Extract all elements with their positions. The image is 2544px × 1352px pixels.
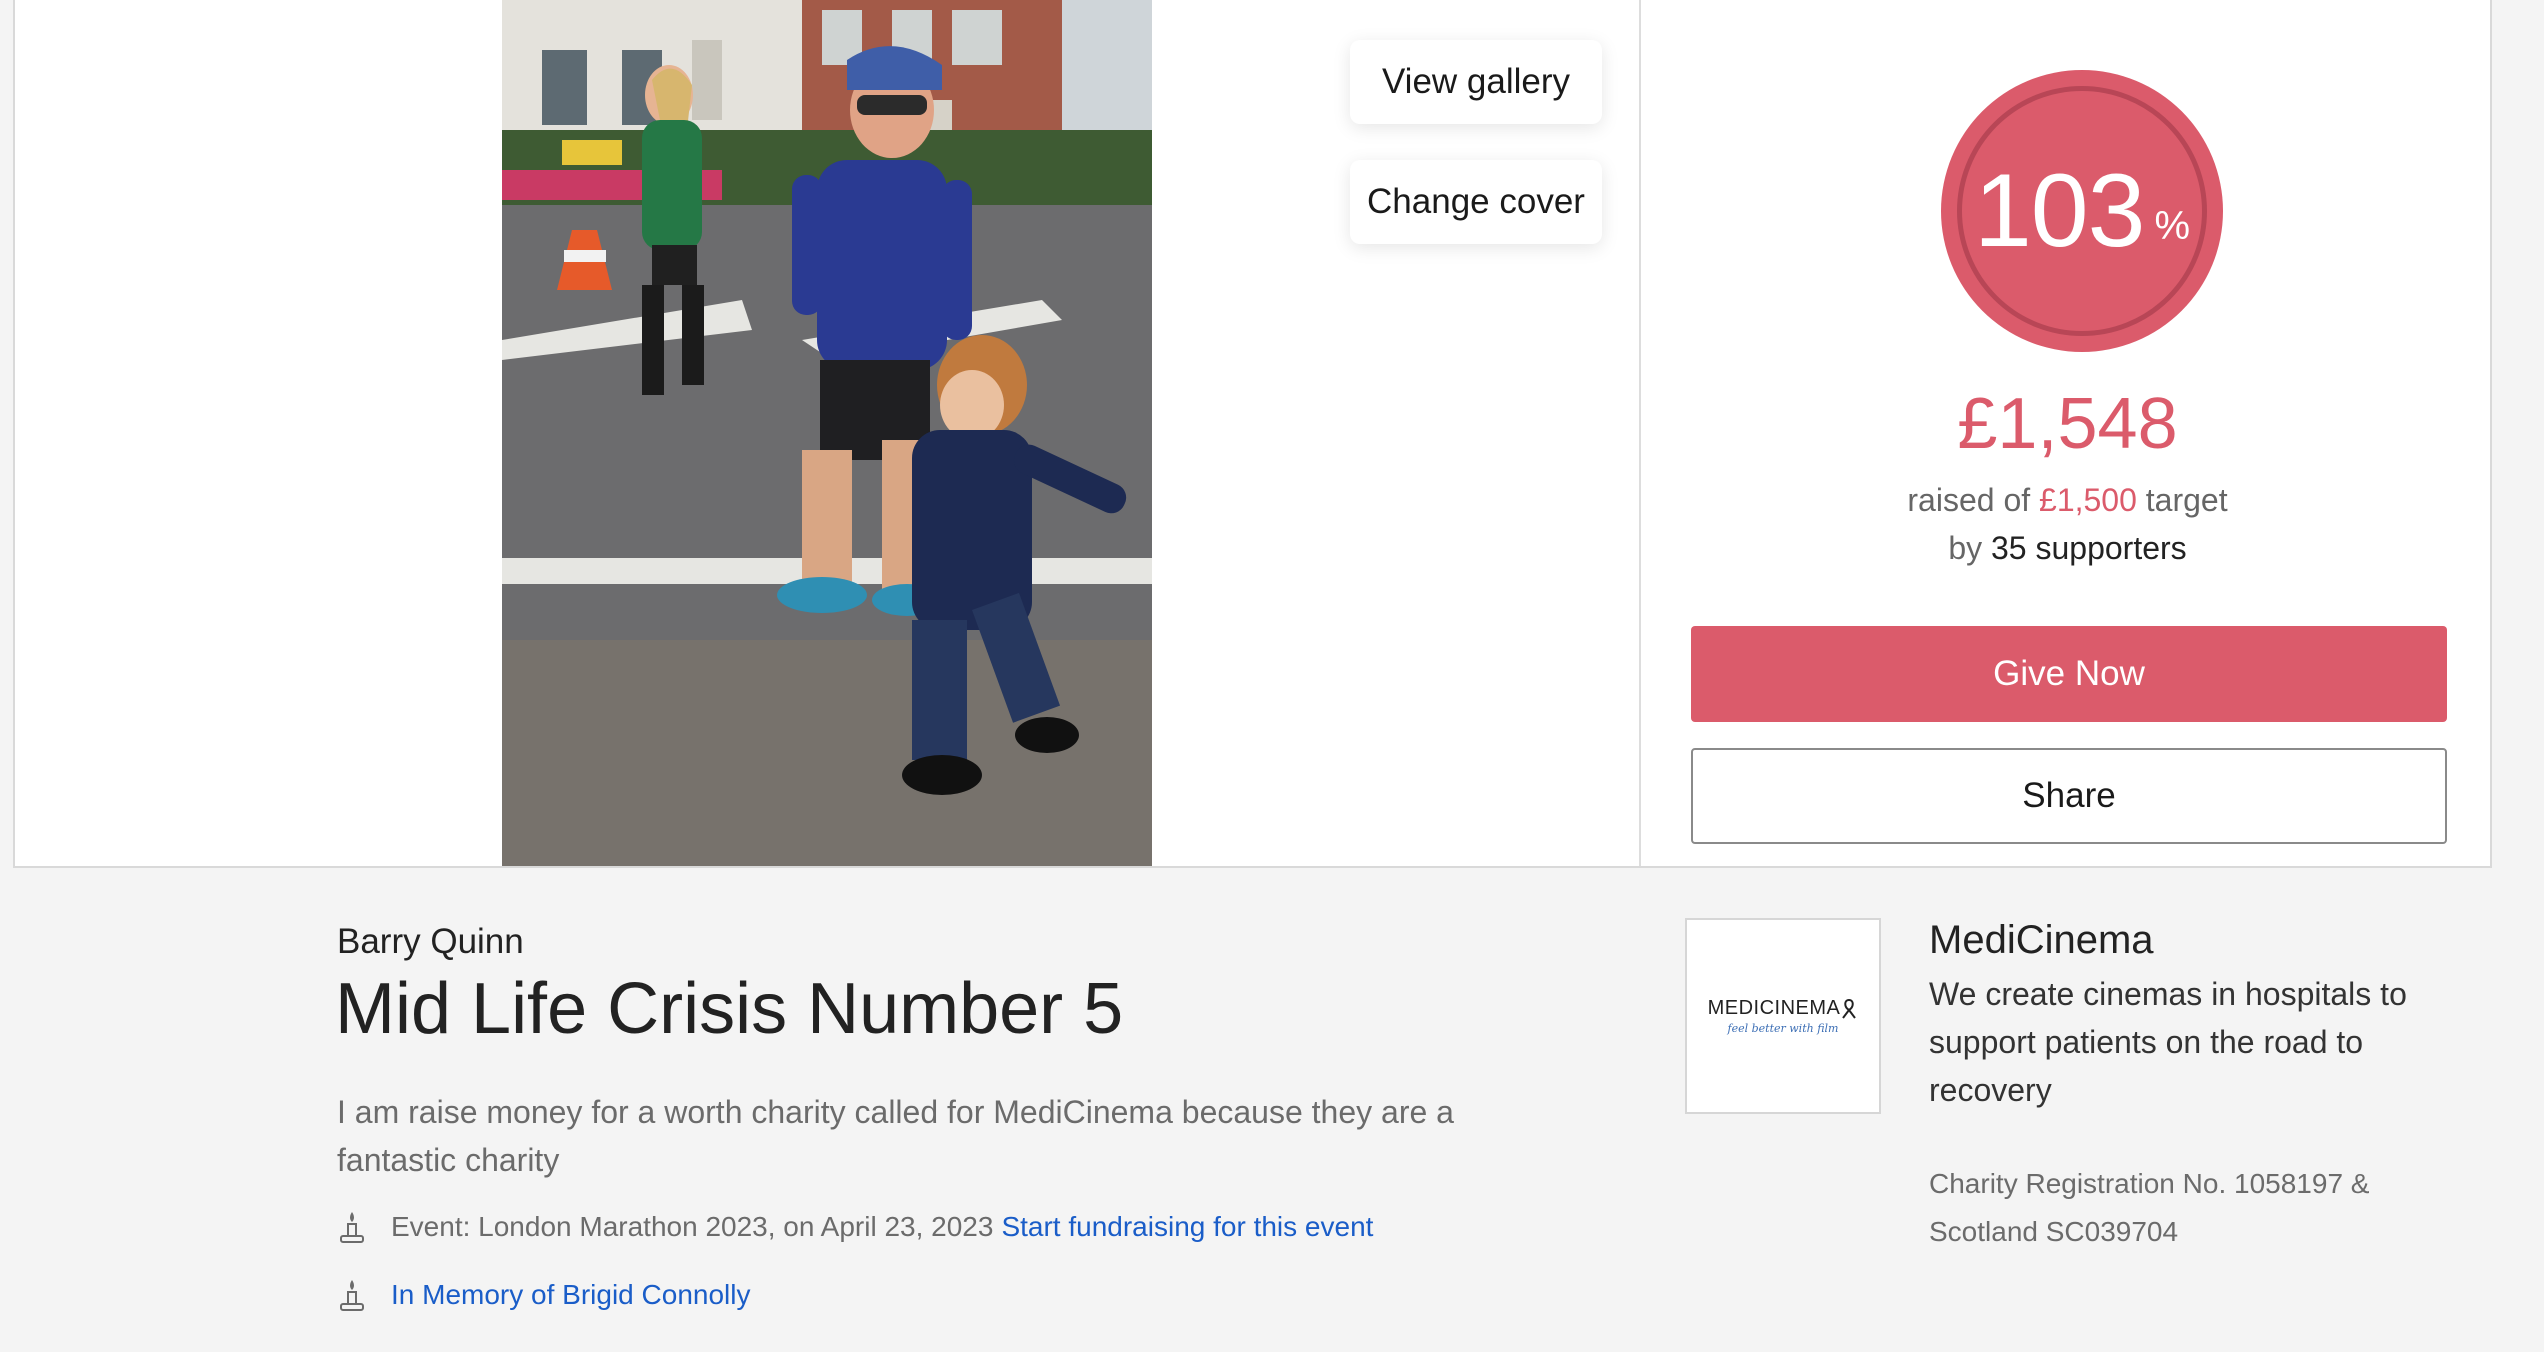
cover-photo[interactable] [502, 0, 1152, 866]
target-amount: £1,500 [2039, 482, 2137, 518]
give-now-button[interactable]: Give Now [1691, 626, 2447, 722]
supporters-count: 35 supporters [1991, 530, 2187, 566]
percent-sign: % [2154, 203, 2191, 248]
candle-icon [340, 1212, 364, 1243]
event-details: Event: London Marathon 2023, on April 23… [391, 1211, 994, 1242]
share-button[interactable]: Share [1691, 748, 2447, 844]
cover-photo-illustration [502, 0, 1152, 866]
hero-card: View gallery Change cover 103 % £1,548 r… [13, 0, 2492, 868]
charity-name[interactable]: MediCinema [1929, 918, 2154, 963]
percent-raised-badge: 103 % [1941, 70, 2223, 352]
charity-registration: Charity Registration No. 1058197 & Scotl… [1929, 1168, 2370, 1247]
ribbon-icon [1842, 998, 1857, 1019]
page-description: I am raise money for a worth charity cal… [337, 1094, 1454, 1178]
memory-row: In Memory of Brigid Connolly [337, 1278, 750, 1312]
change-cover-button[interactable]: Change cover [1350, 160, 1602, 244]
page-owner-name: Barry Quinn [337, 922, 524, 961]
supporters-prefix: by [1948, 530, 1983, 566]
raised-prefix: raised of [1907, 482, 2031, 518]
in-memory-link[interactable]: In Memory of Brigid Connolly [391, 1279, 750, 1311]
charity-logo-wordmark: MEDICINEMA [1708, 997, 1859, 1020]
page-title: Mid Life Crisis Number 5 [335, 969, 1124, 1049]
charity-logo[interactable]: MEDICINEMA feel better with film [1685, 918, 1881, 1114]
target-line: raised of £1,500 target [1643, 482, 2492, 519]
charity-description: We create cinemas in hospitals to suppor… [1929, 976, 2407, 1108]
start-fundraising-link[interactable]: Start fundraising for this event [1001, 1211, 1373, 1243]
charity-logo-text: MEDICINEMA [1707, 997, 1841, 1019]
supporters-line: by 35 supporters [1643, 530, 2492, 567]
target-suffix: target [2145, 482, 2228, 518]
candle-icon [340, 1280, 364, 1311]
charity-logo-tagline: feel better with film [1727, 1022, 1839, 1035]
amount-raised: £1,548 [1957, 384, 2178, 464]
percent-value: 103 [1973, 153, 2146, 269]
view-gallery-button[interactable]: View gallery [1350, 40, 1602, 124]
event-row: Event: London Marathon 2023, on April 23… [337, 1210, 1373, 1244]
fundraising-progress-panel: 103 % £1,548 raised of £1,500 target by … [1643, 0, 2492, 866]
cover-media-area: View gallery Change cover [15, 0, 1641, 866]
